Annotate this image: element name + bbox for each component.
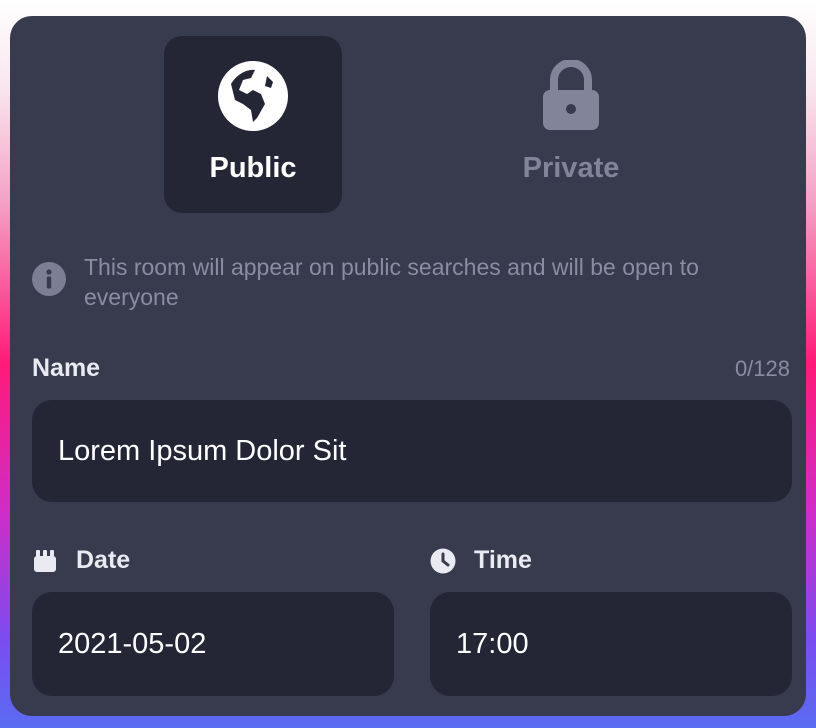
date-label: Date — [76, 546, 131, 574]
public-label: Public — [209, 152, 297, 184]
date-input[interactable]: 2021-05-02 — [32, 592, 394, 696]
info-icon — [32, 262, 66, 296]
time-value: 17:00 — [456, 627, 529, 660]
name-char-counter: 0/128 — [734, 356, 790, 381]
lock-icon — [533, 58, 609, 134]
time-label: Time — [474, 546, 532, 574]
name-value: Lorem Ipsum Dolor Sit — [58, 434, 347, 467]
date-value: 2021-05-02 — [58, 627, 207, 660]
info-text: This room will appear on public searches… — [84, 254, 699, 310]
clock-icon — [430, 548, 456, 574]
calendar-icon — [32, 548, 58, 574]
name-input[interactable]: Lorem Ipsum Dolor Sit — [32, 400, 792, 502]
time-label-group: Time — [430, 546, 532, 575]
create-room-card: Public Private This room will appear on … — [10, 16, 806, 716]
private-option[interactable]: Private — [482, 36, 660, 213]
info-message: This room will appear on public searches… — [32, 252, 792, 312]
name-label: Name — [32, 354, 101, 382]
date-label-group: Date — [32, 546, 130, 575]
private-label: Private — [522, 152, 620, 184]
time-input[interactable]: 17:00 — [430, 592, 792, 696]
globe-icon — [215, 58, 291, 134]
public-option[interactable]: Public — [164, 36, 342, 213]
